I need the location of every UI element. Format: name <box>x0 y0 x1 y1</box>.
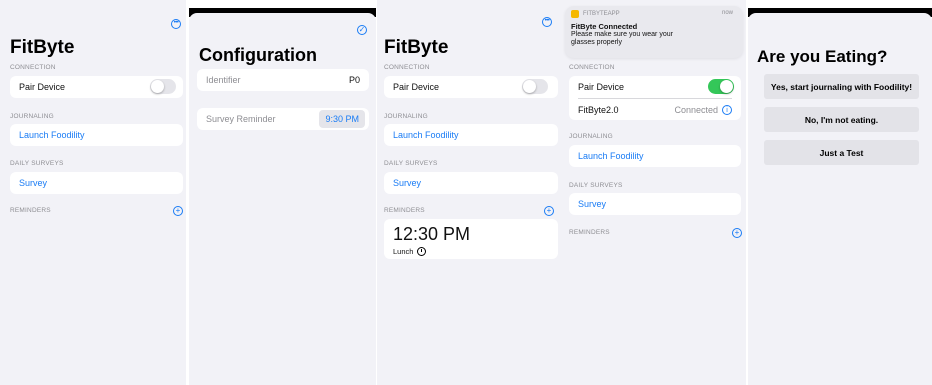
launch-foodility-button[interactable]: Launch Foodility <box>569 145 741 167</box>
launch-foodility-label: Launch Foodility <box>578 151 644 161</box>
launch-foodility-button[interactable]: Launch Foodility <box>384 124 558 146</box>
section-header-journaling: JOURNALING <box>384 113 428 120</box>
app-icon <box>571 10 579 18</box>
yes-journaling-button[interactable]: Yes, start journaling with Foodility! <box>764 74 919 99</box>
section-header-journaling: JOURNALING <box>569 133 613 140</box>
section-header-daily-surveys: DAILY SURVEYS <box>569 182 623 189</box>
launch-foodility-label: Launch Foodility <box>393 130 459 140</box>
add-reminder-icon[interactable]: + <box>732 228 742 238</box>
status-area <box>748 0 932 8</box>
survey-label: Survey <box>19 178 48 188</box>
just-a-test-button[interactable]: Just a Test <box>764 140 919 165</box>
notification-body-line2: glasses properly <box>571 39 622 46</box>
page-title: FitByte <box>10 37 75 58</box>
clock-icon <box>417 247 427 256</box>
survey-reminder-time[interactable]: 9:30 PM <box>319 110 365 128</box>
pair-device-label: Pair Device <box>393 82 440 92</box>
notification-time: now <box>721 10 733 16</box>
notification-title: FitByte Connected <box>571 22 638 31</box>
section-header-reminders: REMINDERS <box>10 207 51 214</box>
screen-are-you-eating: Are you Eating? Yes, start journaling wi… <box>748 0 932 385</box>
notification-body-line1: Please make sure you wear your <box>571 31 673 38</box>
survey-label: Survey <box>578 199 607 209</box>
screen-home: ••• FitByte CONNECTION Pair Device JOURN… <box>0 0 186 385</box>
screen-connected: FITBYTEAPP now FitByte Connected Please … <box>562 0 746 385</box>
info-icon[interactable]: i <box>722 105 732 115</box>
section-header-journaling: JOURNALING <box>10 113 54 120</box>
device-name: FitByte2.0 <box>578 105 619 115</box>
add-reminder-icon[interactable]: + <box>544 206 554 216</box>
checkmark-icon[interactable]: ✓ <box>357 25 367 35</box>
add-reminder-icon[interactable]: + <box>173 206 183 216</box>
section-header-reminders: REMINDERS <box>384 207 425 214</box>
identifier-value[interactable]: P0 <box>349 75 360 85</box>
survey-label: Survey <box>393 178 422 188</box>
pair-device-label: Pair Device <box>19 82 66 92</box>
screen-configuration: ✓ Configuration Identifier P0 Survey Rem… <box>189 0 376 385</box>
config-sheet: ✓ Configuration Identifier P0 Survey Rem… <box>189 13 376 385</box>
more-icon[interactable]: ••• <box>171 19 181 29</box>
status-area <box>189 0 376 8</box>
pair-device-toggle[interactable] <box>708 79 734 94</box>
launch-foodility-label: Launch Foodility <box>19 130 85 140</box>
pair-device-toggle[interactable] <box>522 79 548 94</box>
notification-app-name: FITBYTEAPP <box>583 11 620 17</box>
section-header-connection: CONNECTION <box>569 64 615 71</box>
eating-sheet: Are you Eating? Yes, start journaling wi… <box>748 13 932 385</box>
page-title: Configuration <box>199 45 317 65</box>
page-title: Are you Eating? <box>757 47 888 66</box>
launch-foodility-button[interactable]: Launch Foodility <box>10 124 183 146</box>
section-header-connection: CONNECTION <box>384 64 430 71</box>
section-header-connection: CONNECTION <box>10 64 56 71</box>
survey-reminder-row: Survey Reminder 9:30 PM <box>197 108 369 130</box>
reminder-name: Lunch <box>393 247 414 256</box>
more-icon[interactable]: ••• <box>542 17 552 27</box>
section-header-reminders: REMINDERS <box>569 229 610 236</box>
screen-home-reminder: ••• FitByte CONNECTION Pair Device JOURN… <box>377 0 562 385</box>
identifier-row: Identifier P0 <box>197 69 369 91</box>
survey-button[interactable]: Survey <box>10 172 183 194</box>
reminder-card[interactable]: 12:30 PM Lunch <box>384 219 558 259</box>
reminder-time: 12:30 PM <box>393 224 471 244</box>
section-header-daily-surveys: DAILY SURVEYS <box>384 160 438 167</box>
pair-device-label: Pair Device <box>578 82 625 92</box>
survey-button[interactable]: Survey <box>569 193 741 215</box>
not-eating-button[interactable]: No, I'm not eating. <box>764 107 919 132</box>
page-title: FitByte <box>384 37 449 58</box>
device-status: Connected <box>674 105 718 115</box>
section-header-daily-surveys: DAILY SURVEYS <box>10 160 64 167</box>
identifier-label: Identifier <box>206 75 241 85</box>
connection-notification[interactable]: FITBYTEAPP now FitByte Connected Please … <box>565 6 743 58</box>
pair-device-toggle[interactable] <box>150 79 176 94</box>
survey-reminder-label: Survey Reminder <box>206 114 276 124</box>
survey-button[interactable]: Survey <box>384 172 558 194</box>
